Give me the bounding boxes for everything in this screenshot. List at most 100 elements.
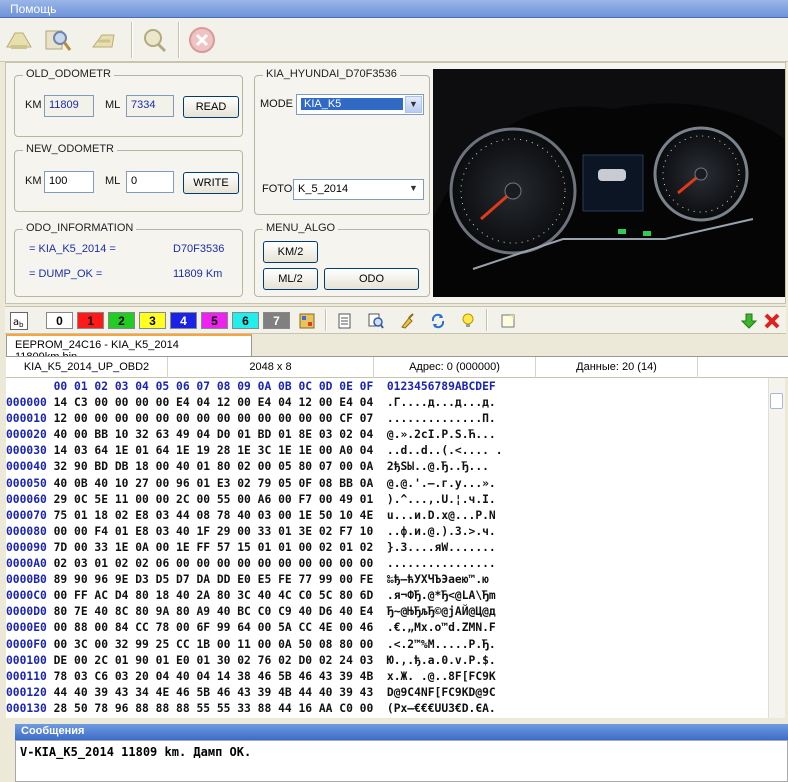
hex-row-bytes[interactable]: 32 90 BD DB 18 00 40 01 80 02 00 05 80 0…: [54, 460, 374, 473]
chevron-down-icon[interactable]: ▼: [405, 181, 422, 198]
search-icon[interactable]: [42, 24, 74, 56]
hex-row-ascii[interactable]: D@9C4NF[FC9KD@9C: [387, 686, 496, 699]
hex-row-ascii[interactable]: ..............П.: [387, 412, 496, 425]
menu-help[interactable]: Помощь: [10, 2, 56, 16]
open-icon[interactable]: [3, 24, 35, 56]
hex-row-ascii[interactable]: .Г....д...д...д.: [387, 396, 496, 409]
color-button-4[interactable]: 4: [170, 312, 197, 329]
hex-row[interactable]: 000060 29 0C 5E 11 00 00 2C 00 55 00 A6 …: [6, 493, 496, 509]
download-arrow-icon[interactable]: [740, 312, 758, 330]
hex-row-ascii[interactable]: ).^...,.U.¦.ч.I.: [387, 493, 496, 506]
hex-row-bytes[interactable]: 29 0C 5E 11 00 00 2C 00 55 00 A6 00 F7 0…: [54, 493, 374, 506]
color-button-7[interactable]: 7: [263, 312, 290, 329]
odo-button[interactable]: ODO: [324, 268, 419, 290]
hex-row[interactable]: 000120 44 40 39 43 34 4E 46 5B 46 43 39 …: [6, 686, 496, 702]
color-button-3[interactable]: 3: [139, 312, 166, 329]
hex-row[interactable]: 000050 40 0B 40 10 27 00 96 01 E3 02 79 …: [6, 477, 496, 493]
hex-row-ascii[interactable]: @.».2cI.Р.Ѕ.Ћ...: [387, 428, 496, 441]
hex-row-ascii[interactable]: .€.„Мx.o™d.ZМN.F: [387, 621, 496, 634]
mode-select[interactable]: KIA_K5 ▼: [296, 94, 424, 115]
hex-row-bytes[interactable]: 12 00 00 00 00 00 00 00 00 00 00 00 00 0…: [54, 412, 374, 425]
hex-row[interactable]: 000020 40 00 BB 10 32 63 49 04 D0 01 BD …: [6, 428, 496, 444]
hex-row[interactable]: 000000 14 C3 00 00 00 00 E4 04 12 00 E4 …: [6, 396, 496, 412]
hex-row-bytes[interactable]: 00 FF AC D4 80 18 40 2A 80 3C 40 4C C0 5…: [54, 589, 374, 602]
hex-row-ascii[interactable]: ‰ђ–ћУХЧЪЭаею™.ю: [387, 573, 489, 586]
palette-icon[interactable]: [298, 312, 316, 330]
svg-text:b: b: [19, 321, 24, 328]
hex-row-ascii[interactable]: ..ф.и.@.).3.>.ч.: [387, 525, 496, 538]
write-icon[interactable]: [88, 24, 120, 56]
hex-row[interactable]: 0000F0 00 3C 00 32 99 25 CC 1B 00 11 00 …: [6, 638, 496, 654]
hex-row-ascii[interactable]: ................: [387, 557, 496, 570]
color-button-6[interactable]: 6: [232, 312, 259, 329]
hex-row-bytes[interactable]: 80 7E 40 8C 80 9A 80 A9 40 BC C0 C9 40 D…: [54, 605, 374, 618]
hex-row-bytes[interactable]: 14 03 64 1E 01 64 1E 19 28 1E 3C 1E 1E 0…: [54, 444, 374, 457]
hex-row-bytes[interactable]: 00 3C 00 32 99 25 CC 1B 00 11 00 0A 50 0…: [54, 638, 374, 651]
hex-row[interactable]: 0000E0 00 88 00 84 CC 78 00 6F 99 64 00 …: [6, 621, 496, 637]
color-button-5[interactable]: 5: [201, 312, 228, 329]
hex-row-bytes[interactable]: DE 00 2C 01 90 01 E0 01 30 02 76 02 D0 0…: [54, 654, 374, 667]
hex-row-bytes[interactable]: 75 01 18 02 E8 03 44 08 78 40 03 00 1E 5…: [54, 509, 374, 522]
hex-row-bytes[interactable]: 28 50 78 96 88 88 88 55 55 33 88 44 16 A…: [54, 702, 374, 715]
new-ml-input[interactable]: 0: [126, 171, 174, 193]
hex-row[interactable]: 000010 12 00 00 00 00 00 00 00 00 00 00 …: [6, 412, 496, 428]
hex-row-ascii[interactable]: 2ђЅЫ..@.Ђ..Ђ...: [387, 460, 489, 473]
note-icon[interactable]: [499, 312, 517, 330]
hex-row-ascii[interactable]: (Px–€€€UU3€D.ЄА.: [387, 702, 496, 715]
vertical-scrollbar[interactable]: [768, 378, 785, 718]
ml-half-button[interactable]: ML/2: [263, 268, 318, 290]
hex-row[interactable]: 0000C0 00 FF AC D4 80 18 40 2A 80 3C 40 …: [6, 589, 496, 605]
hex-editor[interactable]: 00 01 02 03 04 05 06 07 08 09 0A 0B 0C 0…: [6, 378, 768, 718]
clear-icon[interactable]: [398, 312, 416, 330]
hex-row[interactable]: 000040 32 90 BD DB 18 00 40 01 80 02 00 …: [6, 460, 489, 476]
color-button-1[interactable]: 1: [77, 312, 104, 329]
hex-row-ascii[interactable]: Ю.,.ђ.а.0.v.Р.$.: [387, 654, 496, 667]
hex-row-ascii[interactable]: .<.2™%М.....P.Ђ.: [387, 638, 496, 651]
hex-row-bytes[interactable]: 00 88 00 84 CC 78 00 6F 99 64 00 5A CC 4…: [54, 621, 374, 634]
hex-row-ascii[interactable]: u...и.D.x@...P.N: [387, 509, 496, 522]
chevron-down-icon[interactable]: ▼: [405, 96, 422, 113]
hex-row[interactable]: 000070 75 01 18 02 E8 03 44 08 78 40 03 …: [6, 509, 496, 525]
hex-row-ascii[interactable]: @.@.'.–.г.y...».: [387, 477, 496, 490]
hex-row-bytes[interactable]: 78 03 C6 03 20 04 40 04 14 38 46 5B 46 4…: [54, 670, 374, 683]
hex-row-ascii[interactable]: .я¬ФЂ.@*Ђ<@LА\Ђm: [387, 589, 496, 602]
write-button[interactable]: WRITE: [183, 172, 239, 194]
delete-icon[interactable]: [763, 312, 781, 330]
document-icon[interactable]: [336, 312, 354, 330]
tab-eeprom-file[interactable]: EEPROM_24C16 - KIA_K5_2014 11809km.bin: [6, 334, 252, 363]
hex-row[interactable]: 000080 00 00 F4 01 E8 03 40 1F 29 00 33 …: [6, 525, 496, 541]
color-button-2[interactable]: 2: [108, 312, 135, 329]
find-icon[interactable]: [367, 312, 385, 330]
foto-select[interactable]: K_5_2014 ▼: [293, 179, 424, 200]
refresh-icon[interactable]: [429, 312, 447, 330]
hex-row-bytes[interactable]: 00 00 F4 01 E8 03 40 1F 29 00 33 01 3E 0…: [54, 525, 374, 538]
hex-row-ascii[interactable]: }.3....яW.......: [387, 541, 496, 554]
hex-row-bytes[interactable]: 89 90 96 9E D3 D5 D7 DA DD E0 E5 FE 77 9…: [54, 573, 374, 586]
hex-row[interactable]: 000090 7D 00 33 1E 0A 00 1E FF 57 15 01 …: [6, 541, 496, 557]
lightbulb-icon[interactable]: [459, 312, 477, 330]
hex-row[interactable]: 0000A0 02 03 01 02 02 06 00 00 00 00 00 …: [6, 557, 496, 573]
read-button[interactable]: READ: [183, 96, 239, 118]
hex-row-ascii[interactable]: Ђ~@ЊЂљЂ©@јАЙ@Ц@д: [387, 605, 496, 618]
hex-row-ascii[interactable]: ..d..d..(.<.... .: [387, 444, 503, 457]
hex-row[interactable]: 000130 28 50 78 96 88 88 88 55 55 33 88 …: [6, 702, 496, 718]
hex-row-bytes[interactable]: 44 40 39 43 34 4E 46 5B 46 43 39 4B 44 4…: [54, 686, 374, 699]
color-button-0[interactable]: 0: [46, 312, 73, 329]
close-icon[interactable]: [186, 24, 218, 56]
km-half-button[interactable]: KM/2: [263, 241, 318, 263]
hex-row[interactable]: 000030 14 03 64 1E 01 64 1E 19 28 1E 3C …: [6, 444, 503, 460]
hex-row[interactable]: 0000D0 80 7E 40 8C 80 9A 80 A9 40 BC C0 …: [6, 605, 496, 621]
bookmark-icon[interactable]: ab: [10, 312, 28, 330]
scrollbar-thumb[interactable]: [770, 393, 783, 409]
hex-row-bytes[interactable]: 40 00 BB 10 32 63 49 04 D0 01 BD 01 8E 0…: [54, 428, 374, 441]
hex-row[interactable]: 000100 DE 00 2C 01 90 01 E0 01 30 02 76 …: [6, 654, 496, 670]
new-km-input[interactable]: 100: [44, 171, 94, 193]
hex-row-bytes[interactable]: 7D 00 33 1E 0A 00 1E FF 57 15 01 01 00 0…: [54, 541, 374, 554]
hex-row-bytes[interactable]: 02 03 01 02 02 06 00 00 00 00 00 00 00 0…: [54, 557, 374, 570]
hex-row[interactable]: 0000B0 89 90 96 9E D3 D5 D7 DA DD E0 E5 …: [6, 573, 489, 589]
info-icon[interactable]: [139, 24, 171, 56]
hex-row-ascii[interactable]: x.Ж. .@..8F[FC9K: [387, 670, 496, 683]
hex-row[interactable]: 000110 78 03 C6 03 20 04 40 04 14 38 46 …: [6, 670, 496, 686]
hex-row-bytes[interactable]: 40 0B 40 10 27 00 96 01 E3 02 79 05 0F 0…: [54, 477, 374, 490]
hex-row-bytes[interactable]: 14 C3 00 00 00 00 E4 04 12 00 E4 04 12 0…: [54, 396, 374, 409]
